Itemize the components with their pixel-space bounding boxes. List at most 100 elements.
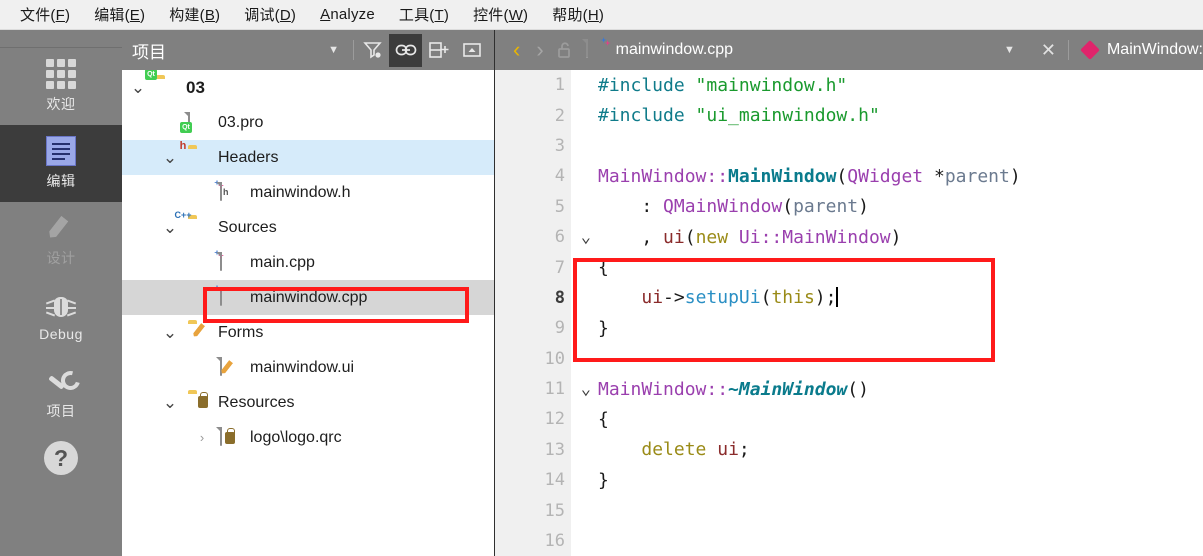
chevron-down-icon[interactable]: ⌄ [162, 219, 178, 236]
code-token: ( [836, 165, 848, 187]
unlocked-padlock-icon[interactable] [552, 41, 578, 59]
tree-row-label: 03.pro [218, 113, 264, 131]
code-line[interactable]: } [571, 465, 1203, 495]
tree-row-label: Resources [218, 393, 295, 411]
tree-row[interactable]: › logo\logo.qrc [122, 420, 494, 455]
line-number: 7 [554, 257, 565, 278]
activity-item-design[interactable]: 设计 [0, 202, 122, 279]
code-line[interactable]: } [571, 313, 1203, 343]
activity-item-edit[interactable]: 编辑 [0, 125, 122, 202]
code-token: MainWindow:: [598, 378, 729, 400]
code-editor[interactable]: 1 2 3 4 5 6 ⌄ 7 8 9 10 11 ⌄ 12 13 14 15 16 #include "main… [495, 70, 1203, 556]
code-line[interactable] [571, 131, 1203, 161]
chevron-down-icon[interactable]: ▼ [316, 44, 351, 56]
file-ui-icon [220, 356, 242, 378]
tree-row-label: mainwindow.h [250, 183, 351, 201]
activity-item-projects[interactable]: 项目 [0, 356, 122, 433]
line-number: 1 [554, 75, 565, 96]
menu-item-6[interactable]: 控件(W) [461, 1, 540, 28]
code-line[interactable]: : QMainWindow(parent) [571, 192, 1203, 222]
code-token: MainWindow [728, 165, 837, 187]
tree-row[interactable]: ⌄ Forms [122, 315, 494, 350]
code-token: ) [814, 287, 826, 309]
bug-icon [45, 293, 77, 321]
line-number: 10 [544, 348, 565, 369]
line-number: 14 [544, 470, 565, 491]
code-token: } [598, 469, 609, 491]
menu-item-7[interactable]: 帮助(H) [540, 1, 616, 28]
navigate-forward-icon[interactable]: › [528, 39, 551, 61]
editor-tab-filename[interactable]: mainwindow.cpp [616, 41, 733, 59]
tree-row[interactable]: ⌄ C++ Sources [122, 210, 494, 245]
link-sync-icon[interactable] [389, 33, 422, 67]
activity-item-debug[interactable]: Debug [0, 279, 122, 356]
line-number: 2 [554, 105, 565, 126]
chevron-right-icon[interactable]: › [194, 430, 210, 445]
activity-item-welcome[interactable]: 欢迎 [0, 48, 122, 125]
chevron-down-icon[interactable]: ⌄ [162, 324, 178, 341]
code-line[interactable]: , ui(new Ui::MainWindow) [571, 222, 1203, 252]
folder-cpp-icon: C++ [174, 209, 192, 220]
tree-row[interactable]: h mainwindow.h [122, 175, 494, 210]
line-number: 13 [544, 439, 565, 460]
code-line[interactable]: { [571, 404, 1203, 434]
tree-row[interactable]: main.cpp [122, 245, 494, 280]
activity-item-label: 设计 [46, 250, 76, 266]
close-icon[interactable]: ✕ [1029, 40, 1068, 61]
code-token: QMainWindow [663, 196, 783, 218]
folder-h-icon: h [179, 139, 187, 152]
project-tree[interactable]: ⌄ Qt 03 Qt 03.pro ⌄ h Headers h mainwindow.h ⌄ C++ S… [122, 70, 494, 556]
tree-row[interactable]: mainwindow.cpp [122, 280, 494, 315]
collapse-icon[interactable] [455, 34, 488, 67]
tree-row[interactable]: Qt 03.pro [122, 105, 494, 140]
code-line[interactable]: MainWindow:: ~MainWindow() [571, 374, 1203, 404]
tree-row[interactable]: ⌄ Resources [122, 385, 494, 420]
tree-row-label: mainwindow.ui [250, 358, 355, 376]
code-line[interactable]: MainWindow:: MainWindow(QWidget * parent) [571, 161, 1203, 191]
tree-row[interactable]: ⌄ h Headers [122, 140, 494, 175]
code-line[interactable] [571, 526, 1203, 556]
menu-item-3[interactable]: 调试(D) [232, 1, 308, 28]
navigate-back-icon[interactable]: ‹ [505, 39, 528, 61]
tree-row[interactable]: ⌄ Qt 03 [122, 70, 494, 105]
menu-item-0[interactable]: 文件(F) [8, 1, 82, 28]
code-line[interactable]: #include "ui_mainwindow.h" [571, 100, 1203, 130]
code-token: setupUi [684, 287, 761, 309]
code-token: ) [1009, 165, 1021, 187]
code-token: ) [858, 196, 869, 218]
code-token: MainWindow:: [598, 165, 729, 187]
code-text-area[interactable]: #include "mainwindow.h" #include "ui_main… [571, 70, 1203, 556]
activity-item-help[interactable]: ? [0, 433, 122, 483]
line-number: 4 [554, 166, 565, 187]
code-token: QWidget [847, 165, 924, 187]
menu-item-2[interactable]: 构建(B) [157, 1, 232, 28]
file-cpp-icon [214, 284, 242, 308]
symbol-selector[interactable]: MainWindow: [1107, 41, 1203, 59]
chevron-down-icon[interactable]: ▼ [990, 44, 1029, 56]
code-line[interactable]: { [571, 252, 1203, 282]
code-token: } [598, 317, 609, 339]
code-token: -> [663, 287, 685, 309]
chevron-down-icon[interactable]: ⌄ [162, 149, 178, 166]
chevron-down-icon[interactable]: ⌄ [130, 79, 146, 96]
activity-item-label: 欢迎 [46, 96, 76, 112]
tree-row-label: Headers [218, 148, 279, 166]
code-token: ) [890, 226, 902, 248]
code-line[interactable] [571, 495, 1203, 525]
code-line[interactable]: delete ui; [571, 435, 1203, 465]
code-token: ( [760, 287, 772, 309]
menu-item-5[interactable]: 工具(T) [387, 1, 461, 28]
split-add-icon[interactable] [422, 34, 455, 67]
code-token: ; [738, 439, 750, 461]
tree-row[interactable]: mainwindow.ui [122, 350, 494, 385]
code-line[interactable]: ui -> setupUi(this); [571, 283, 1203, 313]
code-token: , [598, 226, 664, 248]
activity-bar: 欢迎 编辑 设计 Debug 项目 ? [0, 30, 122, 556]
chevron-down-icon[interactable]: ⌄ [162, 394, 178, 411]
code-line[interactable]: #include "mainwindow.h" [571, 70, 1203, 100]
code-line[interactable] [571, 344, 1203, 374]
filter-icon[interactable] [356, 34, 389, 67]
menu-item-4[interactable]: Analyze [308, 3, 387, 26]
menu-item-1[interactable]: 编辑(E) [82, 1, 157, 28]
